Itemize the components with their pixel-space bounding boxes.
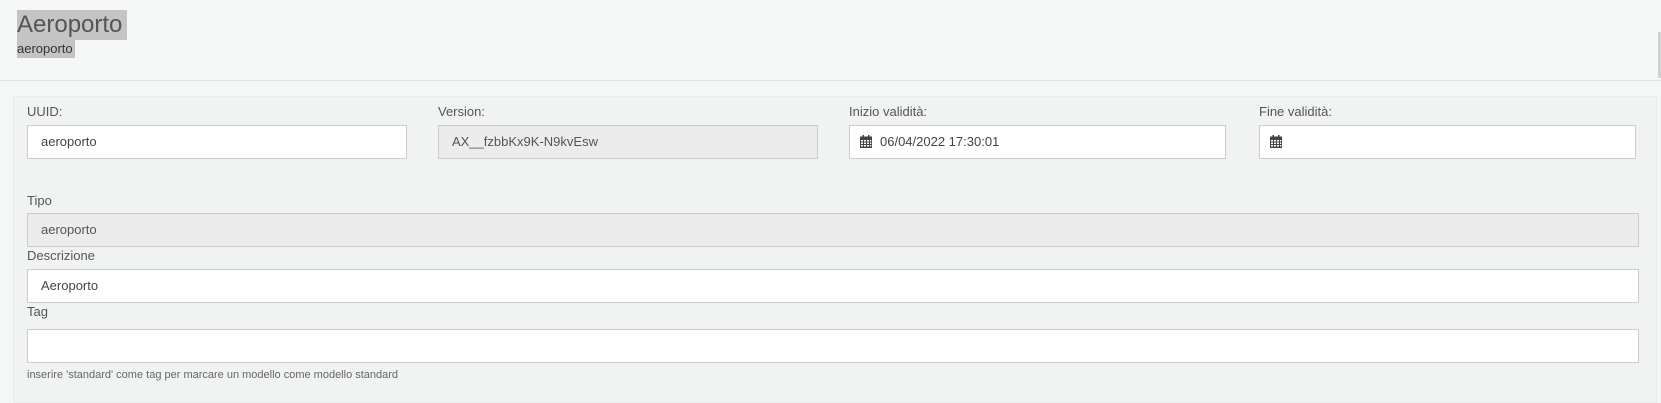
tag-input[interactable] [27,329,1639,363]
calendar-icon[interactable] [860,135,872,148]
descrizione-input[interactable]: Aeroporto [27,269,1639,303]
page-header: Aeroporto aeroporto [0,0,1661,81]
version-input: AX__fzbbKx9K-N9kvEsw [438,125,818,159]
uuid-label: UUID: [27,104,63,119]
tipo-input: aeroporto [27,213,1639,247]
tag-help-text: inserire 'standard' come tag per marcare… [27,369,399,381]
uuid-input[interactable]: aeroporto [27,125,407,159]
version-label: Version: [438,104,485,119]
tipo-label: Tipo [27,193,52,208]
tag-label: Tag [27,304,48,319]
inizio-validita-label: Inizio validità: [849,104,928,119]
inizio-validita-input[interactable]: 06/04/2022 17:30:01 [849,125,1226,159]
title-block: Aeroporto aeroporto [17,10,128,58]
fine-validita-label: Fine validità: [1259,104,1332,119]
form-panel: UUID: aeroporto Version: AX__fzbbKx9K-N9… [13,96,1657,403]
fine-validita-input[interactable] [1259,125,1636,159]
descrizione-label: Descrizione [27,248,95,263]
calendar-icon[interactable] [1270,135,1282,148]
inizio-validita-value: 06/04/2022 17:30:01 [880,134,1000,149]
page-title: Aeroporto [17,10,128,40]
page-subtitle: aeroporto [17,40,75,58]
